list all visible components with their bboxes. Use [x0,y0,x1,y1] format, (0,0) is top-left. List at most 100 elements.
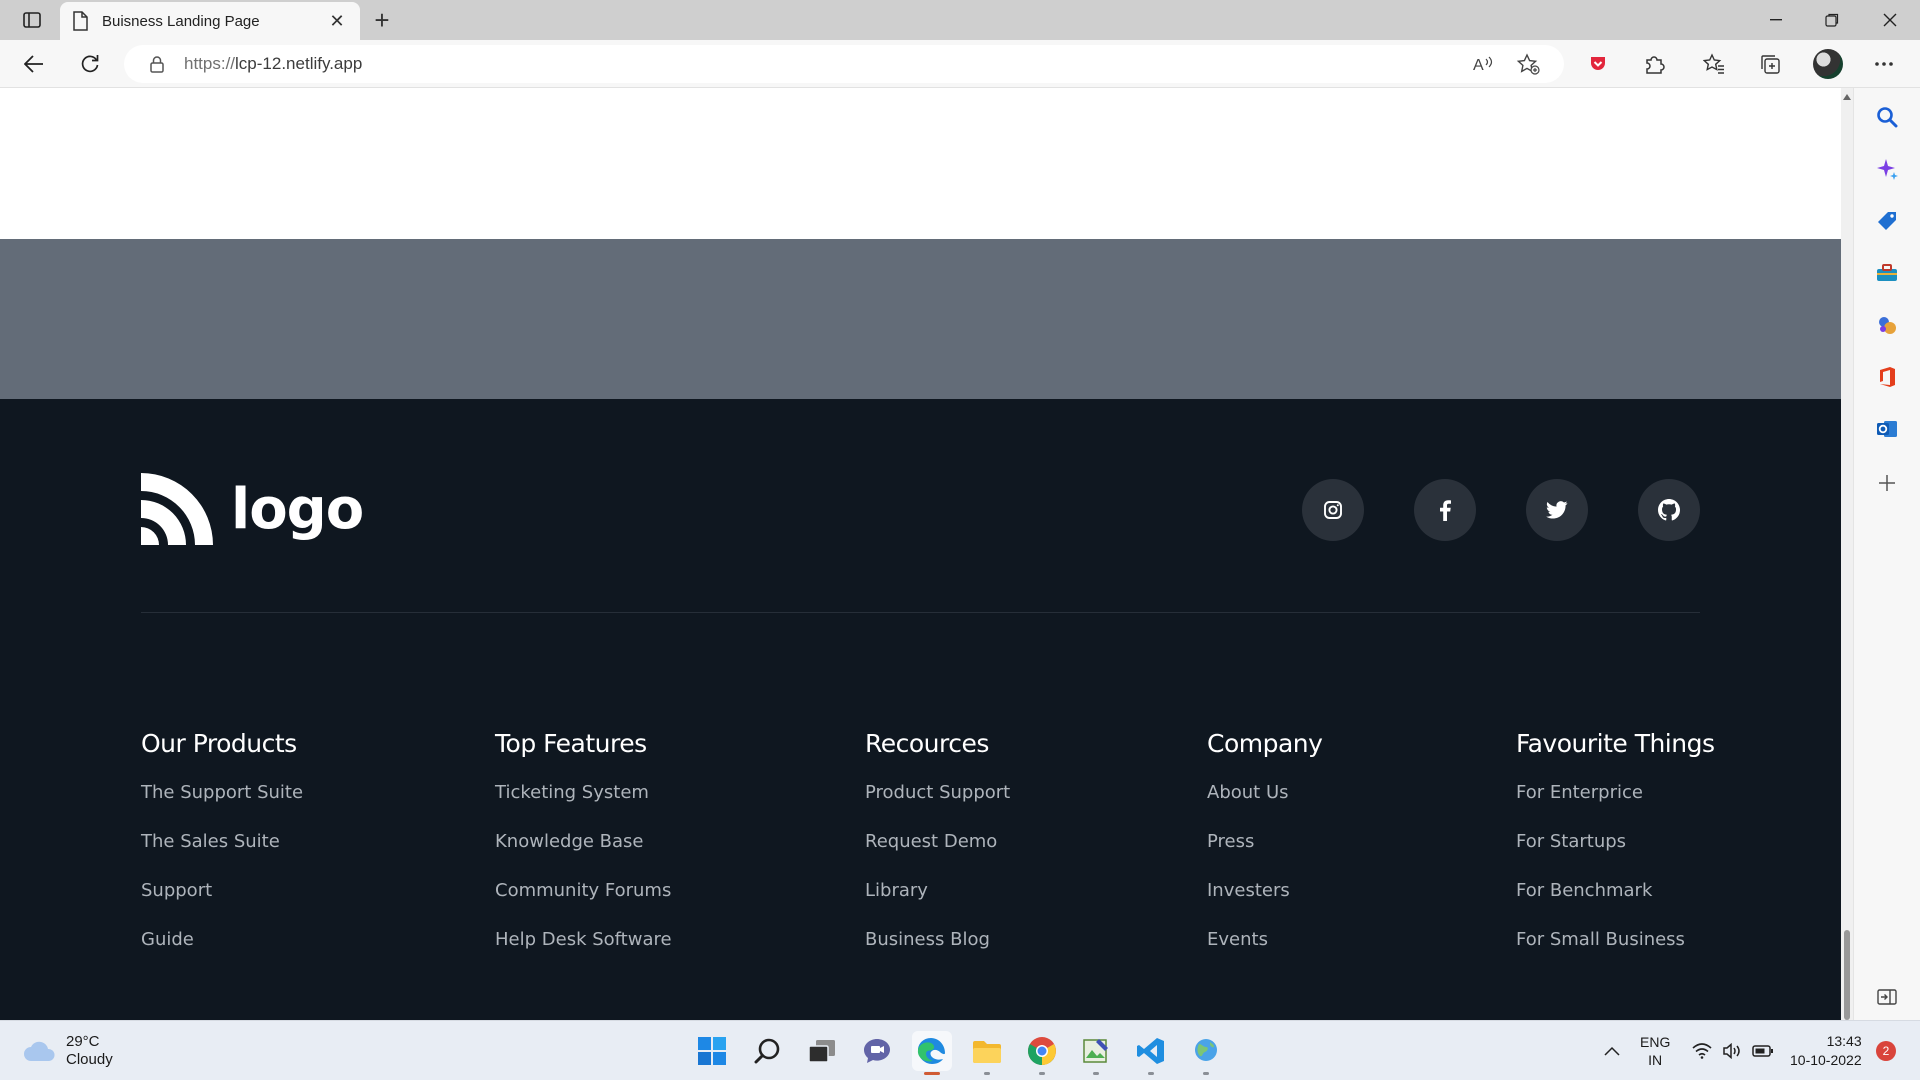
plus-icon [1879,475,1895,491]
chrome-button[interactable] [1022,1031,1062,1075]
image-editor-button[interactable] [1076,1031,1116,1075]
weather-widget[interactable]: 29°C Cloudy [22,1033,113,1069]
chat-icon [864,1039,890,1063]
sidebar-tools-button[interactable] [1874,260,1900,286]
refresh-icon [81,55,99,73]
sidebar-games-button[interactable] [1874,312,1900,338]
back-button[interactable] [18,48,50,80]
new-tab-button[interactable]: + [368,5,396,35]
footer-link[interactable]: Ticketing System [495,780,672,806]
add-favorite-icon[interactable] [1516,53,1540,75]
page-scrollbar[interactable] [1841,88,1853,1020]
vscode-icon [1137,1038,1164,1064]
facebook-icon [1440,500,1451,521]
pocket-extension-button[interactable] [1582,48,1614,80]
close-window-button[interactable] [1862,0,1918,40]
facebook-button[interactable] [1414,479,1476,541]
teams-chat-button[interactable] [857,1031,897,1071]
site-logo[interactable]: logo [141,473,364,545]
address-bar[interactable]: https://lcp-12.netlify.app A [124,45,1564,83]
scrollbar-thumb[interactable] [1844,930,1850,1020]
pocket-icon [1591,57,1605,70]
footer-link[interactable]: Knowledge Base [495,829,672,855]
footer-link[interactable]: Request Demo [865,829,1010,855]
url-text: https://lcp-12.netlify.app [184,54,362,74]
clock[interactable]: 13:43 10-10-2022 [1790,1021,1862,1080]
restore-button[interactable] [1804,0,1860,40]
footer-link[interactable]: For Small Business [1516,927,1715,953]
sidebar-office-button[interactable] [1874,364,1900,390]
footer-link[interactable]: Business Blog [865,927,1010,953]
footer-link[interactable]: Library [865,878,1010,904]
settings-more-button[interactable] [1868,48,1900,80]
github-button[interactable] [1638,479,1700,541]
windows-taskbar: 29°C Cloudy ENG IN 13:43 10-10-2022 2 [0,1020,1920,1080]
sidebar-outlook-button[interactable] [1874,416,1900,442]
running-indicator [1039,1072,1045,1075]
region-code: IN [1648,1052,1663,1068]
chrome-icon [1028,1037,1056,1065]
footer-link[interactable]: Support [141,878,303,904]
language-indicator[interactable]: ENG IN [1640,1021,1670,1080]
footer-link[interactable]: The Support Suite [141,780,303,806]
favorites-button[interactable] [1698,48,1730,80]
read-aloud-icon[interactable]: A [1472,53,1494,75]
sidebar-discover-button[interactable] [1874,156,1900,182]
edge-taskbar-button[interactable] [912,1031,952,1075]
column-title: Favourite Things [1516,729,1715,758]
file-explorer-button[interactable] [967,1031,1007,1075]
profile-button[interactable] [1812,48,1844,80]
globe-icon [1195,1039,1217,1061]
footer-column-resources: Recources Product Support Request Demo L… [865,729,1010,976]
taskbar-search-button[interactable] [748,1031,788,1071]
tab-actions-button[interactable] [14,8,50,32]
toolbox-icon [1877,264,1897,281]
collections-button[interactable] [1754,48,1786,80]
browser-tab[interactable]: Buisness Landing Page ✕ [60,2,360,40]
minimize-button[interactable] [1748,0,1804,40]
outlook-icon [1877,421,1897,437]
notification-center-button[interactable]: 2 [1876,1021,1896,1080]
sparkle-icon [1877,159,1898,180]
sidebar-shopping-button[interactable] [1874,208,1900,234]
footer-column-company: Company About Us Press Investers Events [1207,729,1323,976]
sidebar-collapse-button[interactable] [1874,984,1900,1010]
footer-link[interactable]: For Startups [1516,829,1715,855]
vscode-button[interactable] [1131,1031,1171,1075]
document-icon [73,11,88,31]
twitter-button[interactable] [1526,479,1588,541]
instagram-button[interactable] [1302,479,1364,541]
scroll-up-arrow-icon[interactable] [1843,94,1851,100]
sidebar-search-button[interactable] [1874,104,1900,130]
footer-link[interactable]: Help Desk Software [495,927,672,953]
footer-link[interactable]: Investers [1207,878,1322,904]
close-tab-button[interactable]: ✕ [326,11,348,32]
address-toolbar: https://lcp-12.netlify.app A [0,40,1920,88]
sidebar-add-button[interactable] [1874,470,1900,496]
footer-link[interactable]: For Benchmark [1516,878,1715,904]
footer-link[interactable]: For Enterprice [1516,780,1715,806]
tab-actions-icon [23,12,41,28]
show-hidden-icons-button[interactable] [1604,1021,1620,1080]
system-status[interactable] [1692,1021,1774,1080]
start-button[interactable] [692,1031,732,1071]
language-code: ENG [1640,1034,1671,1050]
social-links [1302,479,1700,541]
footer-link[interactable]: Guide [141,927,303,953]
refresh-button[interactable] [74,48,106,80]
footer-link[interactable]: Events [1207,927,1322,953]
footer-link[interactable]: Press [1207,829,1322,855]
running-indicator [1093,1072,1099,1075]
weather-temp: 29°C [66,1033,100,1050]
site-footer: logo Our Products The Support Suite The … [0,399,1841,1020]
globe-app-button[interactable] [1186,1031,1226,1075]
footer-link[interactable]: About Us [1207,780,1322,806]
task-view-button[interactable] [802,1031,842,1071]
footer-link[interactable]: Community Forums [495,878,672,904]
footer-link[interactable]: Product Support [865,780,1010,806]
clock-time: 13:43 [1826,1033,1862,1049]
folder-icon [973,1041,1001,1063]
edge-sidebar [1853,88,1920,1020]
extensions-button[interactable] [1638,48,1670,80]
footer-link[interactable]: The Sales Suite [141,829,303,855]
